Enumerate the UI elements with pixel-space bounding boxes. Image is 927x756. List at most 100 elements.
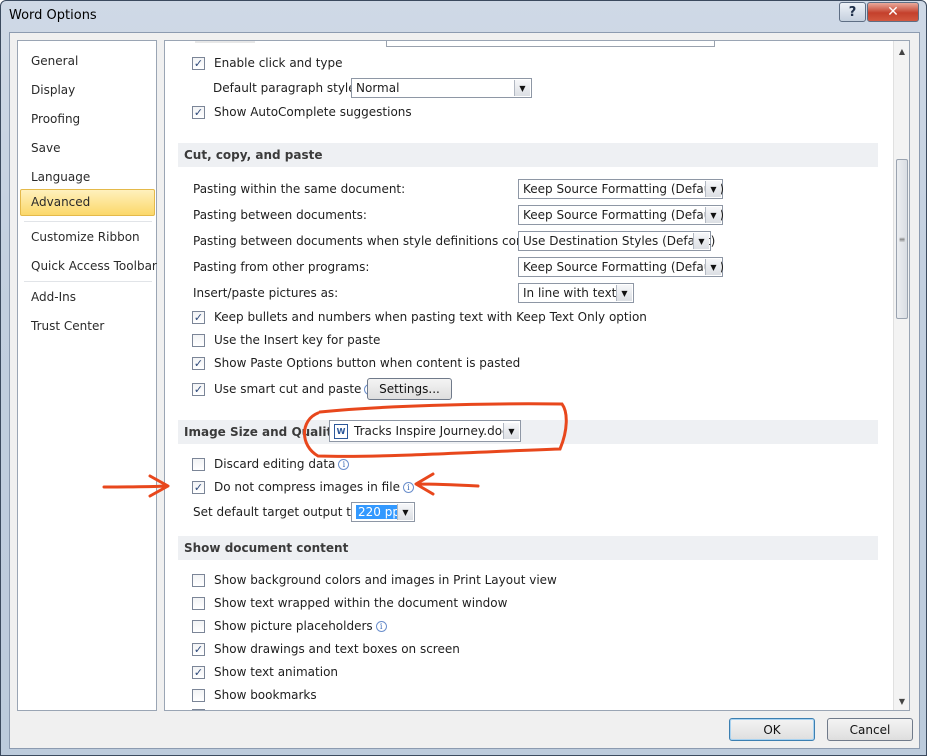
insert-key-paste-row[interactable]: Use the Insert key for paste	[192, 330, 380, 350]
nav-item-label: Display	[31, 83, 76, 97]
nav-item-display[interactable]: Display	[20, 77, 155, 104]
checkbox[interactable]	[192, 619, 205, 633]
checkbox[interactable]	[192, 457, 205, 471]
check-icon: ✓	[193, 310, 204, 324]
nav-item-add-ins[interactable]: Add-Ins	[20, 284, 155, 311]
check-icon: ✓	[193, 480, 204, 494]
ok-button[interactable]: OK	[729, 718, 815, 741]
discard-editing-data-row[interactable]: Discard editing data i	[192, 454, 350, 474]
chevron-down-icon[interactable]: ▼	[705, 207, 721, 223]
image-quality-document-select[interactable]: W Tracks Inspire Journey.docx ▼	[329, 420, 521, 442]
checkbox[interactable]: ✓	[192, 356, 205, 370]
nav-item-language[interactable]: Language	[20, 164, 155, 191]
show-drawings-row[interactable]: ✓ Show drawings and text boxes on screen	[192, 639, 460, 659]
checkbox[interactable]: ✓	[192, 480, 205, 494]
scroll-up-icon[interactable]: ▲	[894, 43, 909, 59]
nav-item-label: General	[31, 54, 79, 68]
nav-item-advanced[interactable]: Advanced	[20, 189, 155, 216]
smart-paste-settings-button[interactable]: Settings...	[367, 378, 452, 400]
checkbox[interactable]: ✓	[192, 642, 205, 656]
nav-item-label: Save	[31, 141, 61, 155]
checkbox[interactable]: ✓	[192, 56, 205, 70]
checkbox[interactable]: ✓	[192, 105, 205, 119]
check-icon: ✓	[193, 642, 204, 656]
section-header-show-document-content: Show document content	[178, 536, 878, 560]
insert-pictures-as-select[interactable]: In line with text ▼	[518, 283, 634, 303]
nav-item-label: Language	[31, 170, 91, 184]
select-value: Keep Source Formatting (Default)	[523, 182, 725, 196]
dialog-body: General Display Proofing Save Language A…	[9, 32, 920, 749]
paste-options-button-row[interactable]: ✓ Show Paste Options button when content…	[192, 353, 520, 373]
paste-between-documents-select[interactable]: Keep Source Formatting (Default) ▼	[518, 205, 725, 225]
enable-click-type-row[interactable]: ✓ Enable click and type	[192, 53, 343, 73]
nav-item-trust-center[interactable]: Trust Center	[20, 313, 155, 340]
show-background-colors-row[interactable]: Show background colors and images in Pri…	[192, 570, 557, 590]
default-paragraph-style-select[interactable]: Normal ▼	[351, 78, 532, 98]
checkbox-label: Do not compress images in file	[214, 480, 400, 494]
default-target-output-select[interactable]: 220 ppi ▼	[351, 502, 415, 522]
show-text-wrapped-row[interactable]: Show text wrapped within the document wi…	[192, 593, 507, 613]
checkbox-label: Use smart cut and paste	[214, 382, 362, 396]
scrollbar-thumb[interactable]: ≡	[896, 159, 908, 319]
chevron-down-icon[interactable]: ▼	[705, 259, 721, 275]
default-target-output-label: Set default target output to:	[193, 505, 363, 519]
chevron-down-icon[interactable]: ▼	[693, 233, 709, 249]
select-value: Tracks Inspire Journey.docx	[354, 424, 516, 438]
nav-divider	[24, 281, 152, 282]
show-picture-placeholders-row[interactable]: Show picture placeholders i	[192, 616, 387, 636]
partial-dropdown[interactable]	[386, 41, 715, 47]
checkbox[interactable]	[192, 333, 205, 347]
cancel-button[interactable]: Cancel	[827, 718, 913, 741]
checkbox-label: Show drawings and text boxes on screen	[214, 642, 460, 656]
nav-item-general[interactable]: General	[20, 48, 155, 75]
section-title: Image Size and Quality	[184, 425, 341, 439]
nav-item-quick-access-toolbar[interactable]: Quick Access Toolbar	[20, 253, 157, 280]
nav-item-label: Trust Center	[31, 319, 105, 333]
check-icon: ✓	[193, 105, 204, 119]
chevron-down-icon[interactable]: ▼	[705, 181, 721, 197]
checkbox-label: Keep bullets and numbers when pasting te…	[214, 310, 647, 324]
paste-within-document-select[interactable]: Keep Source Formatting (Default) ▼	[518, 179, 725, 199]
word-document-icon: W	[334, 423, 348, 439]
chevron-down-icon[interactable]: ▼	[397, 504, 413, 520]
paste-option-label: Pasting within the same document:	[193, 182, 406, 196]
chevron-down-icon[interactable]: ▼	[514, 80, 530, 96]
show-bookmarks-row[interactable]: Show bookmarks	[192, 685, 317, 705]
checkbox[interactable]	[192, 573, 205, 587]
smart-cut-paste-row[interactable]: ✓ Use smart cut and paste i	[192, 379, 376, 399]
paste-other-programs-select[interactable]: Keep Source Formatting (Default) ▼	[518, 257, 724, 277]
select-value: Keep Source Formatting (Default)	[523, 208, 725, 222]
show-autocomplete-row[interactable]: ✓ Show AutoComplete suggestions	[192, 102, 412, 122]
section-header-cut-copy-paste: Cut, copy, and paste	[178, 143, 878, 167]
chevron-down-icon[interactable]: ▼	[503, 423, 519, 439]
paste-option-label: Pasting between documents when style def…	[193, 234, 550, 248]
word-options-window: Word Options ? ✕ General Display Proofin…	[0, 0, 927, 756]
select-value: In line with text	[523, 286, 617, 300]
close-icon: ✕	[887, 4, 899, 20]
info-icon: i	[338, 458, 350, 470]
vertical-scrollbar[interactable]: ▲ ≡ ▼	[893, 41, 909, 710]
nav-item-save[interactable]: Save	[20, 135, 155, 162]
help-icon: ?	[848, 4, 857, 20]
checkbox[interactable]: ✓	[192, 382, 205, 396]
checkbox[interactable]	[192, 596, 205, 610]
paste-style-conflict-select[interactable]: Use Destination Styles (Default) ▼	[518, 231, 715, 251]
do-not-compress-row[interactable]: ✓ Do not compress images in file i	[192, 477, 414, 497]
nav-item-customize-ribbon[interactable]: Customize Ribbon	[20, 224, 155, 251]
chevron-down-icon[interactable]: ▼	[616, 285, 632, 301]
window-title: Word Options	[9, 8, 97, 23]
section-header-image-size-quality: Image Size and Quality	[178, 420, 878, 444]
checkbox[interactable]: ✓	[192, 665, 205, 679]
checkbox[interactable]: ✓	[192, 310, 205, 324]
checkbox[interactable]	[192, 688, 205, 702]
partial-checkbox	[192, 709, 205, 710]
nav-item-label: Advanced	[31, 195, 91, 209]
scroll-down-icon[interactable]: ▼	[894, 693, 909, 709]
show-text-animation-row[interactable]: ✓ Show text animation	[192, 662, 338, 682]
close-button[interactable]: ✕	[867, 2, 919, 22]
check-icon: ✓	[193, 382, 204, 396]
keep-bullets-row[interactable]: ✓ Keep bullets and numbers when pasting …	[192, 307, 647, 327]
check-icon: ✓	[193, 665, 204, 679]
help-button[interactable]: ?	[839, 2, 866, 22]
nav-item-proofing[interactable]: Proofing	[20, 106, 155, 133]
